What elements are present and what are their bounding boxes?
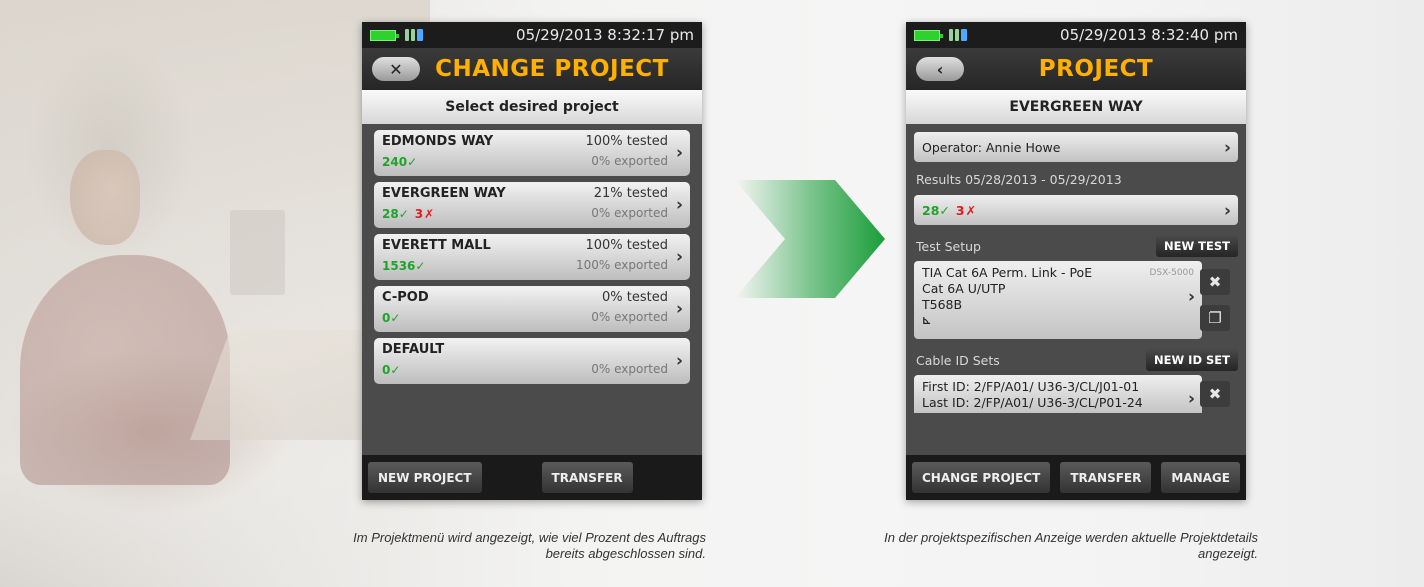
result-counts: 240✓ (382, 155, 417, 169)
check-icon: ✓ (390, 363, 401, 377)
title-bar: ✕ CHANGE PROJECT (362, 48, 702, 90)
results-row[interactable]: 28 ✓ 3 ✗ › (914, 195, 1238, 225)
transfer-button[interactable]: TRANSFER (1060, 462, 1152, 493)
monitor-shape (230, 210, 285, 295)
pass-count: 28 (382, 207, 399, 221)
test-setup-section: DSX-5000 TIA Cat 6A Perm. Link - PoE Cat… (914, 261, 1238, 339)
last-id: Last ID: 2/FP/A01/ U36-3/CL/P01-24 (922, 395, 1143, 410)
exported-percent: 0% exported (591, 154, 668, 168)
x-icon: ✗ (965, 202, 977, 218)
back-button[interactable]: ‹ (916, 57, 964, 81)
exported-percent: 0% exported (591, 362, 668, 376)
delete-icon[interactable]: ✖ (1200, 381, 1230, 407)
chevron-right-icon: › (675, 195, 683, 215)
chevron-right-icon: › (675, 299, 683, 319)
check-icon: ✓ (415, 259, 426, 273)
setup-wiremap: T568B (922, 297, 963, 312)
check-icon: ✓ (407, 155, 418, 169)
setup-actions: ✖ ❐ (1200, 269, 1230, 331)
check-icon: ✓ (939, 202, 950, 218)
bottom-toolbar: CHANGE PROJECT TRANSFER MANAGE (906, 455, 1246, 500)
status-bar: 05/29/2013 8:32:40 pm (906, 22, 1246, 48)
exported-percent: 100% exported (576, 258, 668, 272)
tested-percent: 100% tested (585, 238, 668, 253)
project-item-everett-mall[interactable]: EVERETT MALL 100% tested 100% exported 1… (374, 234, 690, 280)
outlet-icon: ⊾ (922, 314, 932, 327)
new-id-set-button[interactable]: NEW ID SET (1146, 349, 1238, 371)
change-project-screen: 05/29/2013 8:32:17 pm ✕ CHANGE PROJECT S… (362, 22, 702, 500)
battery-icon (914, 29, 943, 41)
cable-id-section: First ID: 2/FP/A01/ U36-3/CL/J01-01 Last… (914, 375, 1238, 413)
chevron-right-icon: › (1223, 138, 1231, 158)
chevron-right-icon: › (1187, 389, 1195, 409)
person-torso-shape (20, 255, 230, 485)
exported-percent: 0% exported (591, 310, 668, 324)
device-tag: DSX-5000 (1149, 268, 1194, 278)
chevron-right-icon: › (1187, 287, 1195, 307)
id-actions: ✖ (1200, 381, 1230, 407)
battery-icon (370, 29, 399, 41)
operator-row[interactable]: Operator: Annie Howe › (914, 132, 1238, 162)
cable-id-label: Cable ID Sets (916, 352, 1000, 368)
result-counts: 28✓ 3✗ (382, 207, 434, 221)
result-counts: 0✓ (382, 363, 400, 377)
operator-label: Operator: Annie Howe (922, 139, 1061, 155)
pass-count: 1536 (382, 259, 416, 273)
project-screen: 05/29/2013 8:32:40 pm ‹ PROJECT EVERGREE… (906, 22, 1246, 500)
title-bar: ‹ PROJECT (906, 48, 1246, 90)
status-time: 05/29/2013 8:32:17 pm (516, 26, 694, 44)
result-counts: 1536✓ (382, 259, 425, 273)
chevron-right-icon: › (675, 143, 683, 163)
arrow-right-icon (735, 180, 885, 298)
manage-button[interactable]: MANAGE (1161, 462, 1240, 493)
project-item-default[interactable]: DEFAULT 0% exported 0✓ › (374, 338, 690, 384)
x-icon: ✗ (424, 207, 435, 221)
project-name-header: EVERGREEN WAY (906, 90, 1246, 124)
chevron-right-icon: › (1223, 201, 1231, 221)
transfer-button[interactable]: TRANSFER (541, 462, 633, 493)
project-details: Operator: Annie Howe › Results 05/28/201… (906, 124, 1246, 455)
test-setup-card[interactable]: DSX-5000 TIA Cat 6A Perm. Link - PoE Cat… (914, 261, 1202, 339)
chevron-right-icon: › (675, 247, 683, 267)
project-item-c-pod[interactable]: C-POD 0% tested 0% exported 0✓ › (374, 286, 690, 332)
cable-id-header: Cable ID Sets NEW ID SET (914, 349, 1238, 371)
bottom-toolbar: NEW PROJECT TRANSFER (362, 455, 702, 500)
setup-cable-type: Cat 6A U/UTP (922, 281, 1006, 296)
results-date-range: Results 05/28/2013 - 05/29/2013 (916, 172, 1122, 187)
delete-icon[interactable]: ✖ (1200, 269, 1230, 295)
project-list: EDMONDS WAY 100% tested 0% exported 240✓… (362, 124, 702, 456)
pass-count: 240 (382, 155, 408, 169)
exported-percent: 0% exported (591, 206, 668, 220)
test-setup-label: Test Setup (916, 238, 981, 254)
cable-id-card[interactable]: First ID: 2/FP/A01/ U36-3/CL/J01-01 Last… (914, 375, 1202, 413)
subheader: Select desired project (362, 90, 702, 124)
new-project-button[interactable]: NEW PROJECT (368, 462, 482, 493)
chevron-right-icon: › (675, 351, 683, 371)
status-bar: 05/29/2013 8:32:17 pm (362, 22, 702, 48)
new-test-button[interactable]: NEW TEST (1156, 235, 1238, 257)
close-button[interactable]: ✕ (372, 57, 420, 81)
copy-icon[interactable]: ❐ (1200, 305, 1230, 331)
project-name: DEFAULT (382, 342, 445, 357)
tested-percent: 100% tested (585, 134, 668, 149)
project-item-evergreen-way[interactable]: EVERGREEN WAY 21% tested 0% exported 28✓… (374, 182, 690, 228)
module-icons (405, 29, 423, 41)
test-setup-header: Test Setup NEW TEST (914, 235, 1238, 257)
status-time: 05/29/2013 8:32:40 pm (1060, 26, 1238, 44)
tested-percent: 0% tested (602, 290, 668, 305)
project-item-edmonds-way[interactable]: EDMONDS WAY 100% tested 0% exported 240✓… (374, 130, 690, 176)
check-icon: ✓ (390, 311, 401, 325)
tested-percent: 21% tested (593, 186, 668, 201)
check-icon: ✓ (398, 207, 409, 221)
pass-count: 28 (922, 202, 940, 218)
person-head-shape (70, 150, 140, 245)
fail-count: 3 (414, 207, 424, 221)
result-counts: 0✓ (382, 311, 400, 325)
caption-left: Im Projektmenü wird angezeigt, wie viel … (353, 530, 706, 561)
first-id: First ID: 2/FP/A01/ U36-3/CL/J01-01 (922, 379, 1140, 394)
caption-right: In der projektspezifischen Anzeige werde… (884, 530, 1258, 561)
change-project-button[interactable]: CHANGE PROJECT (912, 462, 1051, 493)
module-icons (949, 29, 967, 41)
fail-count: 3 (955, 202, 965, 218)
